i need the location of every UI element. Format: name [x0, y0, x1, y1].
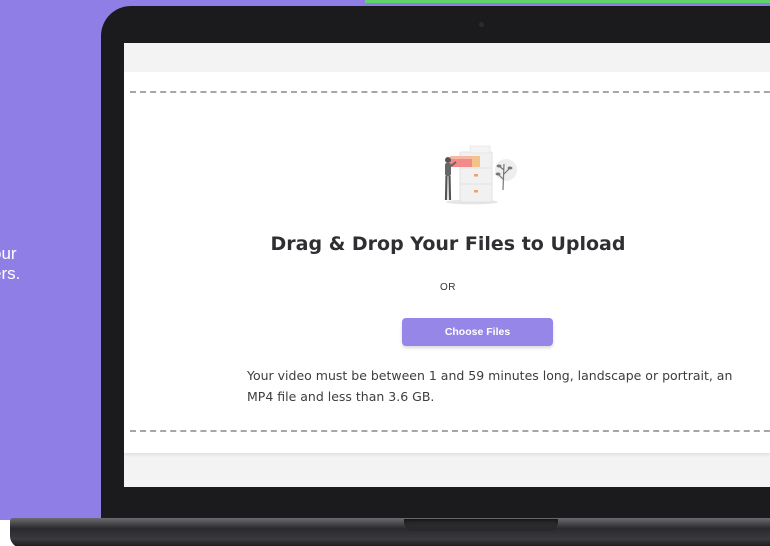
upload-requirements-text: Your video must be between 1 and 59 minu… — [247, 368, 733, 404]
upload-title: Drag & Drop Your Files to Upload — [270, 233, 626, 255]
green-accent-strip — [365, 0, 770, 3]
side-text-line-2: ers. — [0, 264, 21, 283]
stage: our ers. — [0, 0, 770, 546]
camera-icon — [479, 22, 484, 27]
laptop-base — [10, 518, 770, 546]
side-text-line-1: our — [0, 244, 17, 263]
laptop-screen: Drag & Drop Your Files to Upload OR Choo… — [124, 43, 770, 487]
upload-panel: Drag & Drop Your Files to Upload OR Choo… — [124, 72, 770, 453]
choose-files-button[interactable]: Choose Files — [402, 318, 553, 346]
or-label: OR — [440, 282, 456, 293]
laptop-notch — [404, 519, 558, 531]
side-text: our ers. — [0, 244, 20, 284]
person-with-file-cabinet-illustration — [444, 145, 517, 205]
